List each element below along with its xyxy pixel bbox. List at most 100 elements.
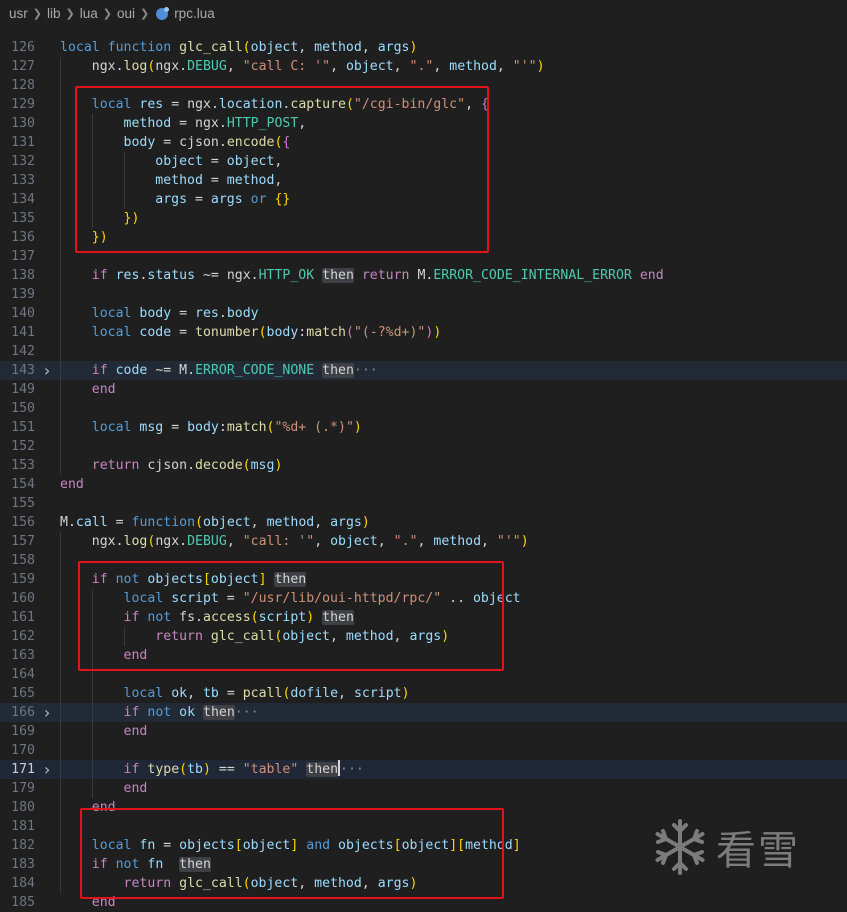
line-number: 179: [11, 781, 35, 796]
line-number: 164: [11, 667, 35, 682]
chevron-right-icon: ❯: [32, 8, 42, 20]
code-line[interactable]: 157 ngx.log(ngx.DEBUG, "call: '", object…: [0, 532, 847, 551]
breadcrumb-file[interactable]: rpc.lua: [174, 0, 215, 28]
line-number: 135: [11, 211, 35, 226]
indent-guide: [60, 57, 61, 475]
chevron-right-icon: ❯: [139, 8, 150, 20]
line-number: 162: [11, 629, 35, 644]
code-line[interactable]: 165 local ok, tb = pcall(dofile, script): [0, 684, 847, 703]
code-text: local body = res.body: [91, 306, 259, 321]
code-line[interactable]: 140 local body = res.body: [0, 304, 847, 323]
line-number: 156: [11, 515, 35, 530]
breadcrumb-segment[interactable]: lib: [47, 0, 61, 28]
code-line[interactable]: 139: [0, 285, 847, 304]
code-line[interactable]: 127 ngx.log(ngx.DEBUG, "call C: '", obje…: [0, 57, 847, 76]
lua-file-icon: [156, 7, 170, 20]
fold-chevron-icon[interactable]: ›: [41, 760, 53, 779]
line-number: 142: [11, 344, 35, 359]
code-text: return cjson.decode(msg): [91, 458, 283, 473]
line-number: 163: [11, 648, 35, 663]
annotation-box: [75, 86, 489, 253]
line-number: 181: [11, 819, 35, 834]
code-text: ngx.log(ngx.DEBUG, "call C: '", object, …: [91, 59, 545, 74]
code-line[interactable]: 142: [0, 342, 847, 361]
line-number: 137: [11, 249, 35, 264]
breadcrumb-segment[interactable]: oui: [117, 0, 135, 28]
code-line[interactable]: 152: [0, 437, 847, 456]
annotation-box: [80, 808, 504, 899]
code-text: if not ok then···: [123, 705, 259, 720]
code-line[interactable]: 126 local function glc_call(object, metho…: [0, 38, 847, 57]
watermark: 看雪: [650, 815, 830, 879]
line-number: 129: [11, 97, 35, 112]
line-number: 170: [11, 743, 35, 758]
code-line[interactable]: 179 end: [0, 779, 847, 798]
code-text: if code ~= M.ERROR_CODE_NONE then···: [91, 363, 378, 378]
code-line[interactable]: 170: [0, 741, 847, 760]
line-number: 130: [11, 116, 35, 131]
line-number: 126: [11, 40, 35, 55]
line-number: 158: [11, 553, 35, 568]
code-line[interactable]: 141 local code = tonumber(body:match("(-…: [0, 323, 847, 342]
line-number: 169: [11, 724, 35, 739]
code-line[interactable]: 153 return cjson.decode(msg): [0, 456, 847, 475]
code-text: local function glc_call(object, method, …: [60, 40, 418, 55]
line-number: 128: [11, 78, 35, 93]
code-editor[interactable]: 126 local function glc_call(object, metho…: [0, 28, 847, 910]
code-line[interactable]: 155: [0, 494, 847, 513]
line-number: 150: [11, 401, 35, 416]
breadcrumb: usr ❯ lib ❯ lua ❯ oui ❯ rpc.lua: [0, 0, 847, 28]
code-text: if res.status ~= ngx.HTTP_OK then return…: [91, 268, 664, 283]
line-number: 154: [11, 477, 35, 492]
code-line[interactable]: 154 end: [0, 475, 847, 494]
line-number: 127: [11, 59, 35, 74]
fold-chevron-icon[interactable]: ›: [41, 703, 53, 722]
code-text: if type(tb) == "table" then ···: [123, 760, 364, 777]
line-number: 184: [11, 876, 35, 891]
line-number: 171: [11, 762, 35, 777]
code-text: local code = tonumber(body:match("(-?%d+…: [91, 325, 442, 340]
code-text: local msg = body:match("%d+ (.*)"): [91, 420, 362, 435]
breadcrumb-segment[interactable]: lua: [80, 0, 98, 28]
line-number: 143: [11, 363, 35, 378]
code-text: end: [60, 477, 84, 492]
code-line[interactable]: 171 › if type(tb) == "table" then ···: [0, 760, 847, 779]
code-text: ngx.log(ngx.DEBUG, "call: '", object, ".…: [91, 534, 529, 549]
annotation-box: [78, 561, 504, 671]
line-number: 134: [11, 192, 35, 207]
code-line[interactable]: 156 M.call = function(object, method, arg…: [0, 513, 847, 532]
line-number: 161: [11, 610, 35, 625]
line-number: 133: [11, 173, 35, 188]
indent-guide: [60, 532, 61, 893]
line-number: 149: [11, 382, 35, 397]
code-line[interactable]: 166 › if not ok then···: [0, 703, 847, 722]
code-text: end: [123, 781, 148, 796]
code-text: end: [123, 724, 148, 739]
line-number: 166: [11, 705, 35, 720]
code-line[interactable]: 149 end: [0, 380, 847, 399]
code-line[interactable]: 150: [0, 399, 847, 418]
fold-chevron-icon[interactable]: ›: [41, 361, 53, 380]
code-line[interactable]: 151 local msg = body:match("%d+ (.*)"): [0, 418, 847, 437]
line-number: 159: [11, 572, 35, 587]
line-number: 182: [11, 838, 35, 853]
code-line[interactable]: 169 end: [0, 722, 847, 741]
line-number: 155: [11, 496, 35, 511]
line-number: 132: [11, 154, 35, 169]
snowflake-logo-icon: [655, 819, 705, 875]
watermark-text: 看雪: [716, 828, 800, 874]
line-number: 160: [11, 591, 35, 606]
line-number: 136: [11, 230, 35, 245]
line-number: 131: [11, 135, 35, 150]
line-number: 140: [11, 306, 35, 321]
chevron-right-icon: ❯: [65, 8, 75, 20]
code-line[interactable]: 138 if res.status ~= ngx.HTTP_OK then re…: [0, 266, 847, 285]
breadcrumb-segment[interactable]: usr: [9, 0, 28, 28]
code-text: M.call = function(object, method, args): [60, 515, 370, 530]
line-number: 153: [11, 458, 35, 473]
line-number: 165: [11, 686, 35, 701]
line-number: 152: [11, 439, 35, 454]
chevron-right-icon: ❯: [102, 8, 112, 20]
code-line[interactable]: 143 › if code ~= M.ERROR_CODE_NONE then··…: [0, 361, 847, 380]
line-number: 185: [11, 895, 35, 910]
